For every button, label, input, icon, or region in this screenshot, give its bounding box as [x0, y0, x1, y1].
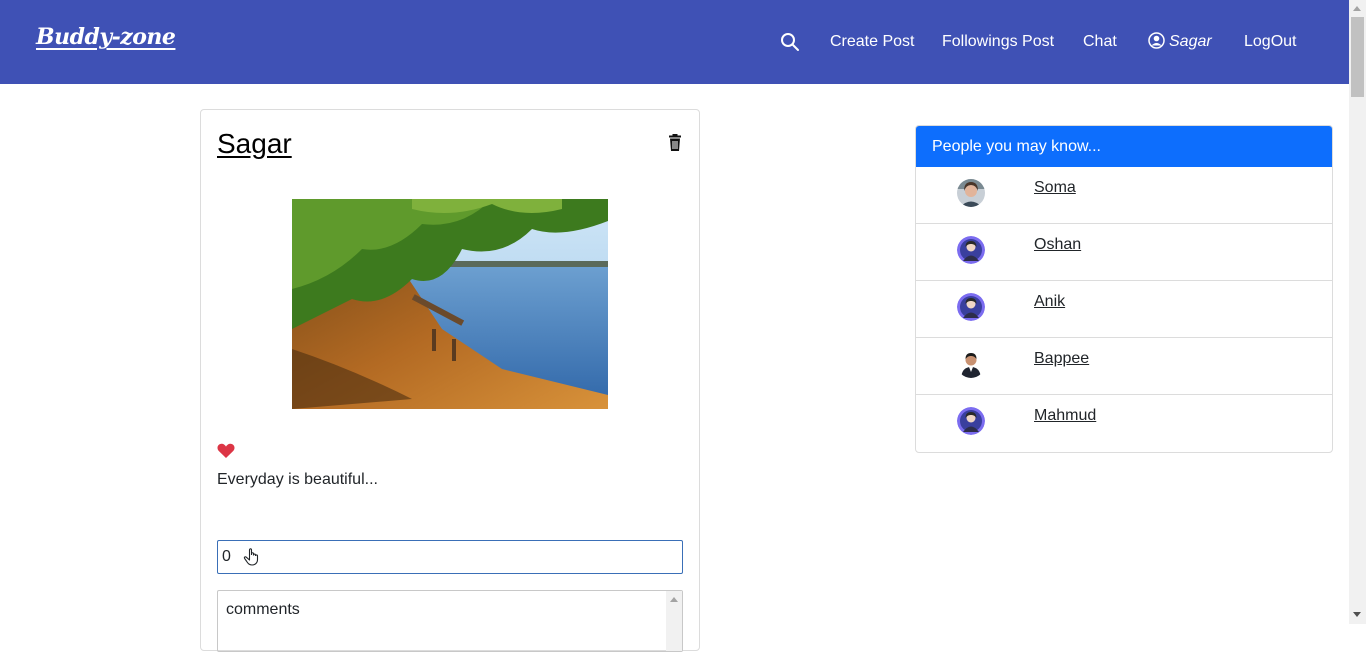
nav-chat[interactable]: Chat [1083, 32, 1117, 52]
avatar[interactable] [957, 179, 985, 207]
avatar[interactable] [957, 350, 985, 378]
search-icon[interactable] [780, 32, 800, 52]
avatar[interactable] [957, 236, 985, 264]
like-count: 0 [222, 548, 231, 565]
post-card: Sagar Everyday is beautiful... 0 comment… [200, 109, 700, 652]
avatar[interactable] [957, 293, 985, 321]
person-row: Soma [916, 167, 1332, 223]
page-scrollbar[interactable] [1349, 0, 1366, 624]
brand-logo[interactable]: Buddy-zone [36, 24, 176, 50]
like-button[interactable]: 0 [217, 540, 683, 574]
people-suggestions-card: People you may know... Soma Oshan Anik B… [915, 125, 1333, 453]
person-row: Mahmud [916, 394, 1332, 451]
person-name-link[interactable]: Anik [1034, 293, 1065, 311]
scroll-down-icon[interactable] [1353, 612, 1361, 617]
person-name-link[interactable]: Soma [1034, 179, 1076, 197]
nav-user-name: Sagar [1169, 33, 1212, 50]
post-author-link[interactable]: Sagar [217, 128, 292, 160]
comments-placeholder: comments [226, 601, 300, 618]
person-row: Anik [916, 280, 1332, 337]
trash-icon[interactable] [667, 134, 683, 152]
nav-create-post[interactable]: Create Post [830, 32, 914, 52]
suggestions-header: People you may know... [916, 126, 1332, 167]
user-circle-icon [1148, 32, 1169, 50]
nav-followings-post[interactable]: Followings Post [942, 32, 1054, 52]
scrollbar-thumb[interactable] [1351, 17, 1364, 97]
post-image [292, 199, 608, 409]
nav-user-profile[interactable]: Sagar [1148, 32, 1212, 52]
thumbs-up-icon [242, 547, 260, 566]
top-navbar: Buddy-zone Create Post Followings Post C… [0, 0, 1349, 84]
person-name-link[interactable]: Mahmud [1034, 407, 1096, 425]
nav-logout[interactable]: LogOut [1244, 32, 1296, 52]
avatar[interactable] [957, 407, 985, 435]
person-name-link[interactable]: Bappee [1034, 350, 1089, 368]
person-name-link[interactable]: Oshan [1034, 236, 1081, 254]
comments-field[interactable]: comments [217, 590, 683, 652]
comments-scrollbar[interactable] [666, 591, 682, 651]
scroll-up-icon[interactable] [1353, 6, 1361, 11]
post-caption: Everyday is beautiful... [217, 471, 378, 488]
heart-icon[interactable] [217, 443, 235, 459]
person-row: Oshan [916, 223, 1332, 280]
person-row: Bappee [916, 337, 1332, 394]
